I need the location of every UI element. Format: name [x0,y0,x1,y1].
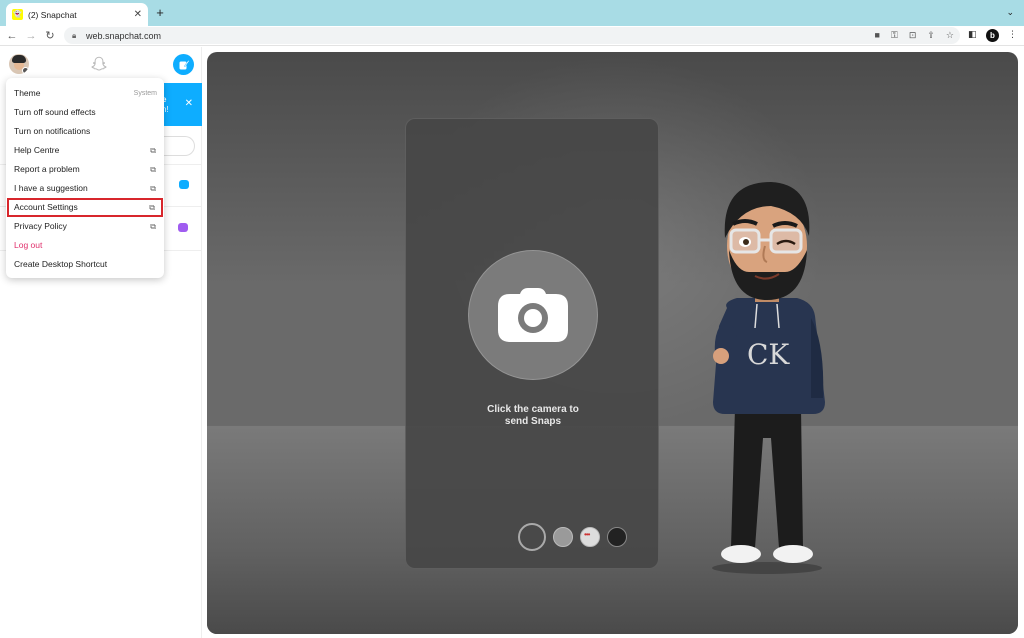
lock-icon[interactable]: 🔒︎ [72,31,80,40]
camera-button[interactable] [468,250,598,380]
chat-status-icon [178,223,188,232]
side-panel-icon[interactable]: ◧ [968,29,977,40]
camera-icon [498,288,568,342]
bookmark-star-icon[interactable]: ☆ [946,30,954,41]
menu-item-label: Account Settings [14,202,78,212]
bitmoji-character: CK [712,182,825,574]
camera-stage: Click the camera to send Snaps CK [207,52,1018,634]
install-app-icon[interactable]: ⊡ [909,30,917,41]
new-tab-button[interactable]: + [152,5,168,20]
menu-item-sound-effects[interactable]: Turn off sound effects [6,103,164,122]
camera-hint-text: Click the camera to send Snaps [406,404,660,428]
tab-search-chevron-icon[interactable]: ⌄ [1006,7,1014,18]
menu-item-label: I have a suggestion [14,183,88,193]
menu-item-theme[interactable]: Theme System [6,84,164,103]
reload-button[interactable]: ↻ [43,28,57,44]
menu-item-label: Theme [14,88,41,98]
camera-permission-icon[interactable]: ■ [875,30,880,41]
lens-option-3[interactable] [607,527,627,547]
external-link-icon: ⧉ [150,222,156,231]
camera-hint-line-1: Click the camera to [487,404,579,415]
omnibox-actions: ■ ⚿ ⊡ ⇪ ☆ [875,30,954,41]
compose-icon [179,59,189,69]
chat-status-icon [179,180,189,189]
settings-dropdown-menu: Theme System Turn off sound effects Turn… [6,78,164,278]
camera-panel: Click the camera to send Snaps [405,118,659,569]
user-bitmoji-avatar[interactable] [9,54,29,74]
browser-toolbar: ← → ↻ 🔒︎ web.snapchat.com ■ ⚿ ⊡ ⇪ ☆ ◧ b … [0,26,1024,46]
menu-item-label: Log out [14,240,43,250]
back-button[interactable]: ← [5,28,19,44]
menu-item-report-problem[interactable]: Report a problem ⧉ [6,160,164,179]
tab-strip: 👻 (2) Snapchat ✕ + ⌄ [0,0,1024,26]
menu-item-notifications[interactable]: Turn on notifications [6,122,164,141]
menu-item-label: Help Centre [14,145,60,155]
menu-item-label: Privacy Policy [14,221,67,231]
menu-item-account-settings[interactable]: Account Settings ⧉ [7,198,163,217]
new-chat-button[interactable] [173,54,194,75]
menu-item-label: Turn off sound effects [14,107,96,117]
key-icon[interactable]: ⚿ [891,30,898,41]
external-link-icon: ⧉ [150,146,156,155]
svg-text:CK: CK [747,338,790,371]
menu-item-desktop-shortcut[interactable]: Create Desktop Shortcut [6,255,164,274]
browser-tab-snapchat[interactable]: 👻 (2) Snapchat ✕ [6,3,148,26]
external-link-icon: ⧉ [149,203,155,212]
tab-title: (2) Snapchat [28,9,77,20]
menu-item-help-centre[interactable]: Help Centre ⧉ [6,141,164,160]
external-link-icon: ⧉ [150,184,156,193]
camera-hint-line-2: send Snaps [504,416,562,427]
menu-item-log-out[interactable]: Log out [6,236,164,255]
lens-option-2[interactable] [580,527,600,547]
profile-avatar[interactable]: b [986,29,999,42]
forward-button[interactable]: → [24,28,38,44]
promo-close-icon[interactable]: ✕ [185,98,193,109]
menu-item-label: Report a problem [14,164,80,174]
address-bar[interactable]: 🔒︎ web.snapchat.com ■ ⚿ ⊡ ⇪ ☆ [64,27,960,44]
snapchat-ghost-icon [91,56,107,71]
menu-item-privacy-policy[interactable]: Privacy Policy ⧉ [6,217,164,236]
share-icon[interactable]: ⇪ [927,30,935,41]
lens-capture-ring[interactable] [518,523,546,551]
menu-item-label: Create Desktop Shortcut [14,259,108,269]
url-text: web.snapchat.com [86,30,162,41]
snapchat-favicon-icon: 👻 [12,9,23,20]
lens-option-1[interactable] [553,527,573,547]
menu-item-label: Turn on notifications [14,126,91,136]
external-link-icon: ⧉ [150,165,156,174]
browser-menu-icon[interactable]: ⋮ [1008,29,1017,40]
menu-item-suggestion[interactable]: I have a suggestion ⧉ [6,179,164,198]
theme-value: System [133,90,157,97]
tab-close-icon[interactable]: ✕ [134,9,142,20]
lens-carousel [518,523,627,551]
